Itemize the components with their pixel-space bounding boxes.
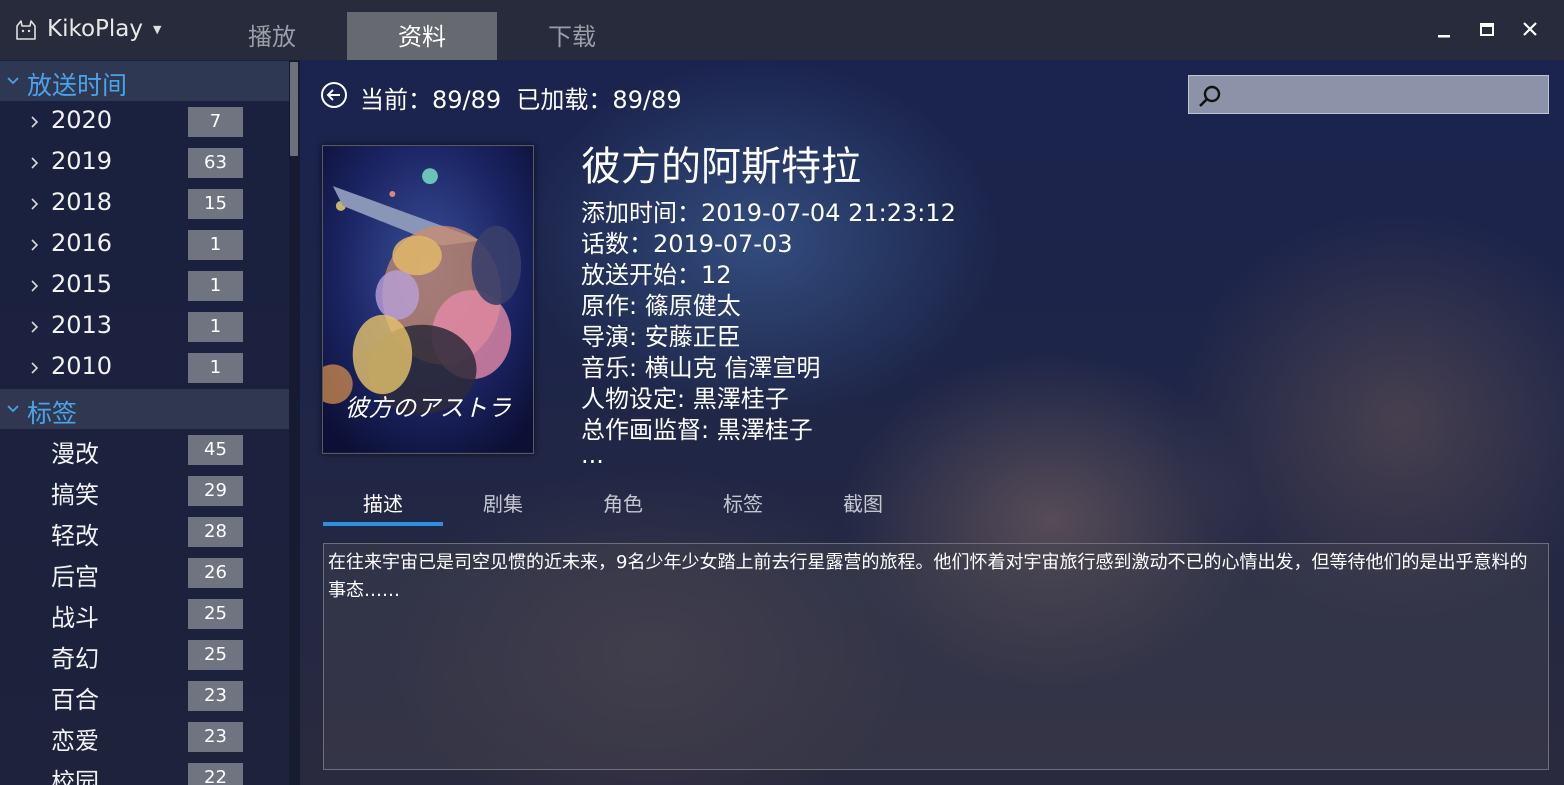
sidebar: 放送时间 2020 7 2019 63 2018 15 2016 1 2015 … (0, 60, 300, 785)
active-tab-indicator (323, 522, 443, 526)
chevron-right-icon[interactable] (29, 279, 41, 293)
sidebar-item-label: 2010 (51, 352, 113, 380)
description-text[interactable]: 在往来宇宙已是司空见惯的近未来，9名少年少女踏上前去行星露营的旅程。他们怀着对宇… (323, 543, 1549, 770)
sidebar-item-tag[interactable]: 后宫 26 (0, 552, 289, 593)
cat-logo-icon[interactable] (14, 18, 38, 42)
sidebar-item-label: 轻改 (51, 522, 99, 550)
info-line: 音乐: 横山克 信澤宣明 (581, 354, 821, 382)
sidebar-item-label: 2016 (51, 229, 113, 257)
sidebar-item-label: 战斗 (51, 604, 99, 632)
sidebar-item-tag[interactable]: 搞笑 29 (0, 470, 289, 511)
count-badge: 26 (188, 558, 243, 588)
sidebar-item-label: 2020 (51, 106, 113, 134)
info-line: 人物设定: 黒澤桂子 (581, 385, 789, 413)
sidebar-item-2013[interactable]: 2013 1 (0, 306, 289, 347)
count-badge: 25 (188, 599, 243, 629)
sidebar-item-tag[interactable]: 百合 23 (0, 675, 289, 716)
count-badge: 1 (188, 230, 243, 260)
sidebar-item-2016[interactable]: 2016 1 (0, 224, 289, 265)
sidebar-item-tag[interactable]: 漫改 45 (0, 429, 289, 470)
maximize-icon[interactable] (1476, 18, 1498, 40)
info-line: 添加时间：2019-07-04 21:23:12 (581, 199, 956, 227)
count-badge: 25 (188, 640, 243, 670)
tab-tags[interactable]: 标签 (683, 486, 803, 526)
title-bar: KikoPlay ▼ 播放 资料 下载 (0, 0, 1564, 60)
count-badge: 23 (188, 681, 243, 711)
count-badge: 1 (188, 353, 243, 383)
sidebar-item-tag[interactable]: 恋爱 23 (0, 716, 289, 757)
sidebar-item-2020[interactable]: 2020 7 (0, 101, 289, 142)
sidebar-item-label: 奇幻 (51, 645, 99, 673)
sidebar-item-label: 搞笑 (51, 481, 99, 509)
minimize-icon[interactable] (1433, 18, 1455, 40)
search-input[interactable] (1229, 80, 1539, 110)
count-badge: 29 (188, 476, 243, 506)
section-tags[interactable]: 标签 (0, 389, 289, 429)
tab-characters[interactable]: 角色 (563, 486, 683, 526)
close-icon[interactable] (1519, 18, 1541, 40)
sidebar-item-label: 后宫 (51, 563, 99, 591)
sidebar-item-tag[interactable]: 轻改 28 (0, 511, 289, 552)
section-air-time[interactable]: 放送时间 (0, 61, 289, 101)
sidebar-item-2010[interactable]: 2010 1 (0, 347, 289, 388)
chevron-down-icon[interactable] (6, 74, 20, 88)
info-line: 放送开始：12 (581, 261, 732, 289)
search-icon[interactable] (1197, 83, 1223, 109)
count-badge: 15 (188, 189, 243, 219)
sidebar-item-label: 2018 (51, 188, 113, 216)
tab-episodes[interactable]: 剧集 (443, 486, 563, 526)
count-badge: 1 (188, 271, 243, 301)
info-more[interactable]: ... (581, 441, 604, 469)
info-line: 总作画监督: 黒澤桂子 (581, 416, 813, 444)
anime-title: 彼方的阿斯特拉 (581, 144, 861, 190)
chevron-right-icon[interactable] (29, 115, 41, 129)
count-badge: 1 (188, 312, 243, 342)
tab-download[interactable]: 下载 (497, 12, 647, 60)
sidebar-item-label: 2013 (51, 311, 113, 339)
section-label: 放送时间 (27, 71, 128, 100)
app-title[interactable]: KikoPlay (47, 16, 143, 42)
chevron-right-icon[interactable] (29, 238, 41, 252)
sidebar-item-tag[interactable]: 战斗 25 (0, 593, 289, 634)
count-badge: 45 (188, 435, 243, 465)
sidebar-item-label: 恋爱 (51, 727, 99, 755)
tab-library[interactable]: 资料 (347, 12, 497, 60)
count-badge: 63 (188, 148, 243, 178)
sidebar-item-tag[interactable]: 校园 22 (0, 757, 289, 785)
chevron-right-icon[interactable] (29, 320, 41, 334)
sidebar-item-label: 2019 (51, 147, 113, 175)
sidebar-item-2015[interactable]: 2015 1 (0, 265, 289, 306)
tab-screenshots[interactable]: 截图 (803, 486, 923, 526)
chevron-right-icon[interactable] (29, 156, 41, 170)
chevron-right-icon[interactable] (29, 361, 41, 375)
chevron-down-icon[interactable] (6, 402, 20, 416)
cover-image: 彼方のアストラ (322, 145, 534, 454)
item-counter: 当前：89/89 已加载：89/89 (360, 86, 682, 114)
info-line: 导演: 安藤正臣 (581, 323, 741, 351)
cover-title-art: 彼方のアストラ (345, 394, 512, 422)
back-arrow-icon[interactable] (320, 81, 348, 109)
count-badge: 23 (188, 722, 243, 752)
count-badge: 22 (188, 763, 243, 785)
search-box[interactable] (1188, 75, 1549, 114)
caret-down-icon[interactable]: ▼ (153, 23, 161, 36)
sidebar-scroll-thumb[interactable] (290, 62, 298, 156)
info-line: 话数：2019-07-03 (581, 230, 793, 258)
tab-description[interactable]: 描述 (323, 486, 443, 526)
sidebar-scrollbar[interactable] (289, 60, 300, 785)
sidebar-item-label: 2015 (51, 270, 113, 298)
info-line: 原作: 篠原健太 (581, 292, 741, 320)
sidebar-item-2018[interactable]: 2018 15 (0, 183, 289, 224)
section-label: 标签 (27, 399, 78, 428)
sidebar-item-label: 百合 (51, 686, 99, 714)
tab-play[interactable]: 播放 (197, 12, 347, 60)
sidebar-item-label: 漫改 (51, 440, 99, 468)
sidebar-item-tag[interactable]: 奇幻 25 (0, 634, 289, 675)
count-badge: 7 (188, 107, 243, 137)
chevron-right-icon[interactable] (29, 197, 41, 211)
sidebar-item-label: 校园 (51, 768, 99, 785)
count-badge: 28 (188, 517, 243, 547)
sidebar-item-2019[interactable]: 2019 63 (0, 142, 289, 183)
